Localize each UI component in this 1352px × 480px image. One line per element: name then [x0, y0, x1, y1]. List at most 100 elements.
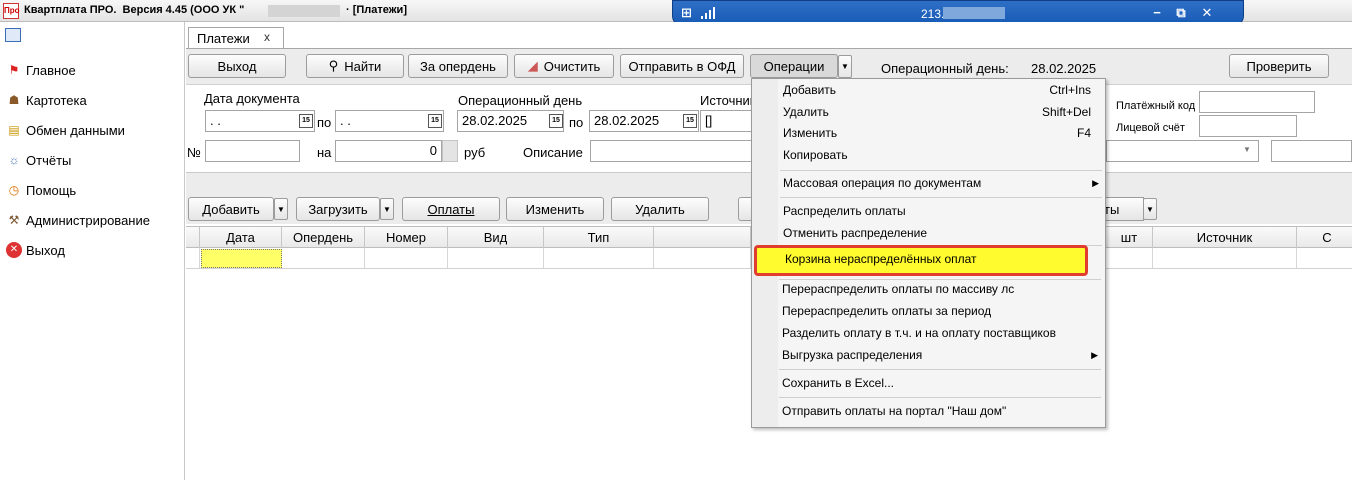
send-ofd-button[interactable]: Отправить в ОФД — [620, 54, 744, 78]
payments-menu-dropdown[interactable]: ▼ — [1143, 198, 1157, 220]
filter-combo[interactable] — [1106, 140, 1259, 162]
menu-item-export-distribution[interactable]: Выгрузка распределения ▶ — [751, 344, 1104, 366]
add-dropdown[interactable]: ▼ — [274, 198, 288, 220]
on-label: на — [317, 145, 332, 160]
table-cell[interactable] — [1153, 248, 1297, 268]
menu-item-send-portal[interactable]: Отправить оплаты на портал "Наш дом" — [751, 400, 1104, 422]
calendar-icon[interactable]: 15 — [683, 114, 697, 128]
people-icon: ☗ — [8, 93, 20, 107]
sidebar-item-cards[interactable]: ☗ Картотека — [6, 90, 87, 110]
find-button[interactable]: ⚲ Найти — [306, 54, 404, 78]
menu-item-copy[interactable]: Копировать — [752, 144, 1105, 166]
operations-button[interactable]: Операции — [750, 54, 838, 78]
load-dropdown[interactable]: ▼ — [380, 198, 394, 220]
menu-item-redistribute-array[interactable]: Перераспределить оплаты по массиву лс — [751, 278, 1104, 300]
app-logo-icon: Про — [3, 3, 20, 19]
table-cell[interactable] — [544, 248, 654, 268]
payments-menu-button[interactable]: ты — [1104, 197, 1144, 221]
op-day-button[interactable]: За опердень — [408, 54, 508, 78]
sidebar-item-reports[interactable]: ☼ Отчёты — [6, 150, 72, 170]
exchange-icon: ▤ — [8, 123, 20, 137]
payments-button[interactable]: Оплаты — [402, 197, 500, 221]
col-kind[interactable]: Вид — [448, 227, 544, 248]
delete-button[interactable]: Удалить — [611, 197, 709, 221]
col-source[interactable]: Источник — [1153, 227, 1297, 248]
col-type[interactable]: Тип — [544, 227, 654, 248]
sidebar-item-label: Отчёты — [26, 152, 72, 168]
operations-dropdown[interactable]: ▼ — [838, 55, 852, 78]
menu-item-add[interactable]: Добавить Ctrl+Ins — [752, 79, 1105, 101]
sidebar-item-admin[interactable]: ⚒ Администрирование — [6, 210, 150, 230]
menu-item-edit[interactable]: Изменить F4 — [752, 122, 1105, 144]
pin-icon[interactable]: ⊞ — [681, 5, 692, 21]
reports-icon: ☼ — [8, 153, 20, 167]
amount-spinner[interactable] — [442, 140, 458, 162]
clear-button[interactable]: ◢ Очистить — [514, 54, 614, 78]
sidebar-item-label: Администрирование — [26, 212, 150, 228]
calendar-icon[interactable]: 15 — [549, 114, 563, 128]
menu-item-undistributed-basket[interactable]: Корзина нераспределённых оплат — [754, 245, 1088, 276]
account-field[interactable] — [1199, 115, 1297, 137]
menu-item-redistribute-period[interactable]: Перераспределить оплаты за период — [751, 300, 1104, 322]
pay-code-field[interactable] — [1199, 91, 1315, 113]
chevron-right-icon: ▶ — [1091, 350, 1098, 360]
menu-separator — [779, 397, 1101, 398]
col-date[interactable]: Дата — [200, 227, 282, 248]
chevron-down-icon[interactable]: ▼ — [1243, 145, 1251, 154]
sidebar-item-main[interactable]: ⚑ Главное — [6, 60, 76, 80]
restore-icon[interactable]: ⧉ — [1173, 5, 1189, 21]
exit-button[interactable]: Выход — [188, 54, 286, 78]
col-number[interactable]: Номер — [365, 227, 448, 248]
source-label: Источник — [700, 93, 756, 108]
op-day-from-field[interactable]: 28.02.2025 — [457, 110, 564, 132]
add-button[interactable]: Добавить — [188, 197, 274, 221]
sidebar-item-help[interactable]: ◷ Помощь — [6, 180, 76, 200]
col-count[interactable]: шт — [1106, 227, 1153, 248]
op-day-value: 28.02.2025 — [1031, 61, 1097, 76]
load-button[interactable]: Загрузить — [296, 197, 380, 221]
close-icon[interactable]: ✕ — [1199, 5, 1215, 21]
sidebar-item-label: Картотека — [26, 92, 87, 108]
table-cell-date[interactable] — [201, 249, 282, 268]
menu-item-delete[interactable]: Удалить Shift+Del — [752, 101, 1105, 123]
doc-date-label: Дата документа — [204, 91, 300, 106]
source-field[interactable]: [] — [700, 110, 752, 132]
calendar-icon[interactable]: 15 — [299, 114, 313, 128]
menu-item-distribute[interactable]: Распределить оплаты — [752, 200, 1105, 222]
chevron-down-icon: ▼ — [841, 62, 849, 71]
rub-label: руб — [464, 145, 486, 160]
calendar-icon[interactable]: 15 — [428, 114, 442, 128]
check-button[interactable]: Проверить — [1229, 54, 1329, 78]
account-label: Лицевой счёт — [1116, 122, 1185, 134]
menu-item-cancel-distribution[interactable]: Отменить распределение — [752, 222, 1105, 244]
host-redacted — [943, 7, 1005, 19]
description-field[interactable] — [590, 140, 752, 162]
col-hidden[interactable] — [654, 227, 751, 248]
sidebar-item-label: Выход — [26, 242, 65, 258]
sidebar-item-exchange[interactable]: ▤ Обмен данными — [6, 120, 125, 140]
window-title-section: · [Платежи] — [346, 4, 407, 16]
operations-menu-lower: Перераспределить оплаты по массиву лс Пе… — [751, 278, 1106, 428]
col-opday[interactable]: Опердень — [282, 227, 365, 248]
filter-extra-field[interactable] — [1271, 140, 1352, 162]
close-tab-icon[interactable]: x — [264, 30, 270, 44]
menu-separator — [780, 197, 1102, 198]
tab-label: Платежи — [197, 31, 250, 46]
number-field[interactable] — [205, 140, 300, 162]
window-icon[interactable] — [5, 28, 21, 42]
menu-item-split-payment[interactable]: Разделить оплату в т.ч. и на оплату пост… — [751, 322, 1104, 344]
menu-item-bulk-operation[interactable]: Массовая операция по документам ▶ — [752, 172, 1105, 194]
amount-field[interactable]: 0 — [335, 140, 442, 162]
sidebar-item-exit[interactable]: ✕ Выход — [6, 240, 65, 260]
menu-item-save-excel[interactable]: Сохранить в Excel... — [751, 372, 1104, 394]
hidden-button[interactable] — [738, 197, 752, 221]
table-cell[interactable] — [654, 248, 751, 268]
table-cell[interactable] — [282, 248, 365, 268]
minimize-icon[interactable]: − — [1149, 5, 1165, 20]
table-cell[interactable] — [448, 248, 544, 268]
col-extra[interactable]: С — [1297, 227, 1352, 248]
table-cell[interactable] — [365, 248, 448, 268]
chevron-down-icon: ▼ — [277, 204, 285, 214]
edit-button[interactable]: Изменить — [506, 197, 604, 221]
table-cell[interactable] — [1106, 248, 1153, 268]
